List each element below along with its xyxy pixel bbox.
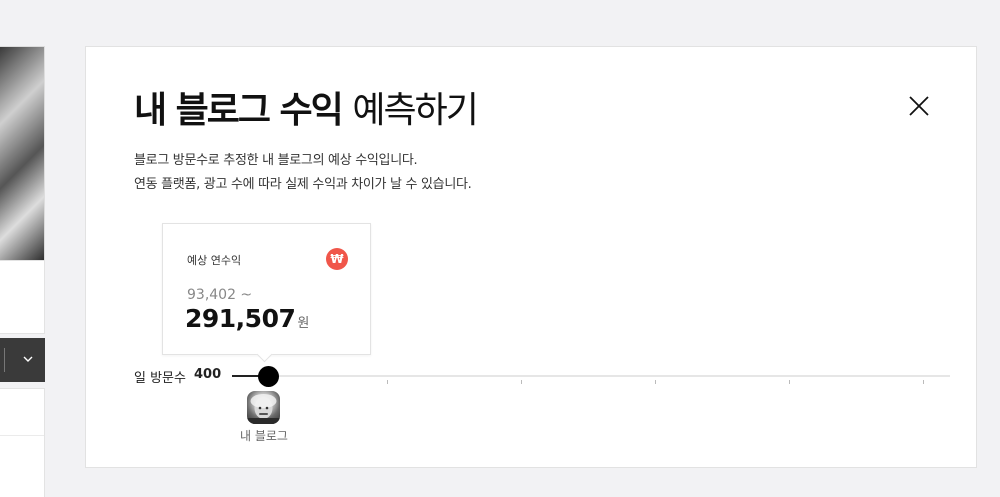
slider-tick xyxy=(521,380,522,384)
background-dropdown[interactable] xyxy=(0,338,45,382)
won-icon: ₩ xyxy=(326,248,348,270)
slider-tick xyxy=(923,380,924,384)
avatar-photo-icon xyxy=(247,394,280,424)
slider-tick xyxy=(387,380,388,384)
estimated-revenue-min: 93,402 ~ xyxy=(187,287,253,303)
slider-tick xyxy=(655,380,656,384)
dropdown-divider xyxy=(4,348,5,372)
close-icon[interactable] xyxy=(904,91,934,121)
modal-description: 블로그 방문수로 추정한 내 블로그의 예상 수익입니다. 연동 플랫폼, 광고… xyxy=(134,149,472,197)
description-line-1: 블로그 방문수로 추정한 내 블로그의 예상 수익입니다. xyxy=(134,153,418,168)
blog-name-label: 내 블로그 xyxy=(240,429,288,443)
chevron-down-icon[interactable] xyxy=(18,351,38,367)
slider-tick xyxy=(789,380,790,384)
modal-title: 내 블로그 수익 예측하기 xyxy=(134,87,479,135)
revenue-prediction-modal: 내 블로그 수익 예측하기 블로그 방문수로 추정한 내 블로그의 예상 수익입… xyxy=(85,46,977,468)
slider-track[interactable] xyxy=(232,375,950,377)
slider-thumb[interactable] xyxy=(258,366,279,387)
blog-avatar[interactable] xyxy=(247,391,280,424)
modal-title-bold: 내 블로그 수익 xyxy=(134,90,344,131)
modal-title-light: 예측하기 xyxy=(352,90,478,131)
description-line-2: 연동 플랫폼, 광고 수에 따라 실제 수익과 차이가 날 수 있습니다. xyxy=(134,177,472,192)
daily-visits-label: 일 방문수 xyxy=(134,371,186,386)
estimated-revenue-label: 예상 연수익 xyxy=(187,254,242,267)
list-divider xyxy=(0,435,44,436)
estimated-revenue-max: 291,507 원 xyxy=(185,304,309,333)
estimated-revenue-card: 예상 연수익 ₩ 93,402 ~ 291,507 원 xyxy=(162,223,371,355)
daily-visits-slider[interactable] xyxy=(232,366,950,388)
daily-visits-value: 400 xyxy=(194,367,222,382)
page: 내 블로그 수익 예측하기 블로그 방문수로 추정한 내 블로그의 예상 수익입… xyxy=(0,0,1000,497)
background-profile-photo xyxy=(0,46,45,262)
currency-unit: 원 xyxy=(297,316,310,331)
background-list-panel xyxy=(0,388,45,497)
estimated-revenue-max-value: 291,507 xyxy=(185,304,296,333)
background-panel xyxy=(0,260,45,334)
